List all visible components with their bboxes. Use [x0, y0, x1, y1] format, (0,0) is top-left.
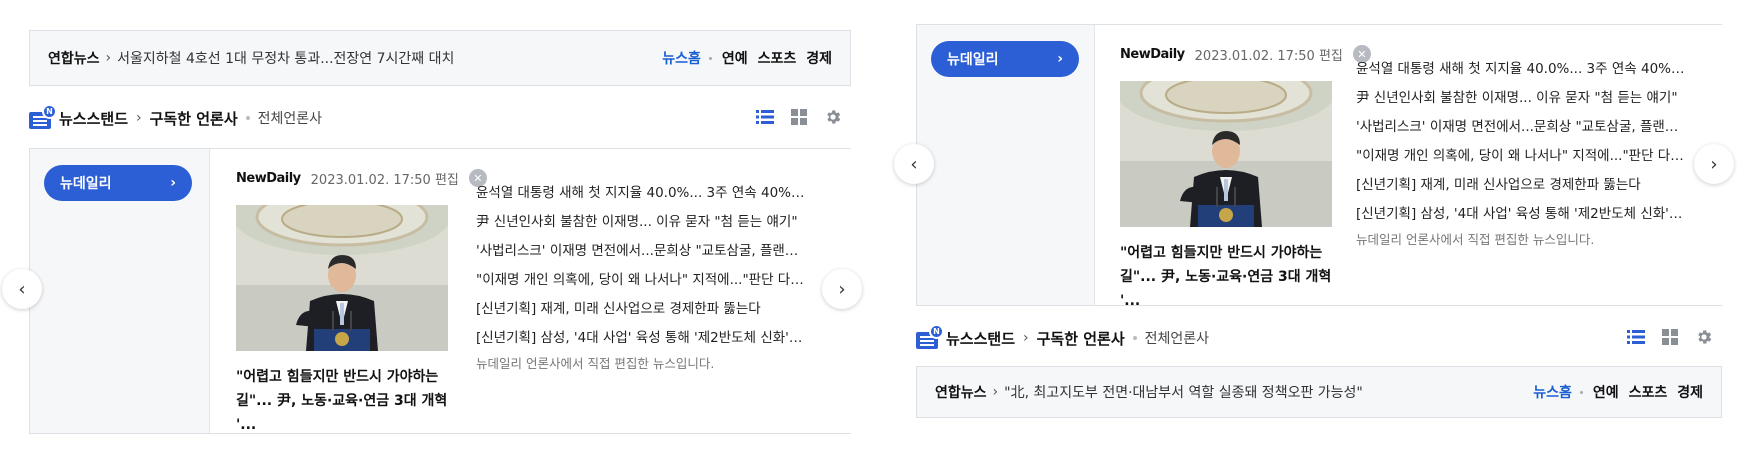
next-button[interactable]: › — [822, 269, 862, 309]
list-item[interactable]: [신년기획] 재계, 미래 신사업으로 경제한파 뚫는다 — [1356, 171, 1686, 200]
main-news-caption[interactable]: "어렵고 힘들지만 반드시 가야하는 길"... 尹, 노동·교육·연금 3대 … — [236, 365, 450, 437]
left-panel: 연합뉴스 › 서울지하철 4호선 1대 무정차 통과...전장연 7시간째 대치… — [0, 0, 876, 456]
press-logo[interactable]: NewDaily — [236, 171, 301, 186]
ticker-headline[interactable]: 서울지하철 4호선 1대 무정차 통과...전장연 7시간째 대치 — [117, 48, 662, 68]
list-item[interactable]: [신년기획] 삼성, '4대 사업' 육성 통해 '제2반도체 신화' 쓴다 — [476, 324, 806, 353]
press-sidebar: 뉴데일리 › — [30, 149, 210, 433]
chevron-right-icon: › — [1023, 330, 1029, 346]
separator-dot — [245, 116, 250, 120]
press-content-box: 뉴데일리 › NewDaily 2023.01.02. 17:50 편집 ✕ "… — [29, 148, 851, 434]
chevron-right-icon: › — [105, 50, 112, 66]
newsstand-icon: N — [916, 324, 944, 349]
ticker-categories: 뉴스홈 연예 스포츠 경제 — [662, 48, 832, 68]
category-economy[interactable]: 경제 — [1677, 382, 1703, 402]
news-ticker: 연합뉴스 › "北, 최고지도부 전면·대남부서 역할 실종돼 정책오판 가능성… — [916, 366, 1722, 418]
chevron-left-icon: ‹ — [910, 153, 918, 175]
list-item[interactable]: 윤석열 대통령 새해 첫 지지율 40.0%... 3주 연속 40%대 ... — [1356, 55, 1686, 84]
press-content-box: 뉴데일리 › NewDaily 2023.01.02. 17:50 편집 ✕ "… — [916, 24, 1722, 309]
gear-icon[interactable] — [1694, 327, 1714, 347]
tab-all-press[interactable]: 전체언론사 — [258, 108, 322, 128]
separator-dot — [708, 56, 712, 60]
list-view-icon[interactable] — [1626, 327, 1646, 347]
newsstand-title[interactable]: 뉴스스탠드 — [946, 328, 1015, 349]
next-button[interactable]: › — [1694, 144, 1734, 184]
list-item[interactable]: 윤석열 대통령 새해 첫 지지율 40.0%... 3주 연속 40%대 ... — [476, 179, 806, 208]
press-logo[interactable]: NewDaily — [1120, 47, 1185, 62]
grid-view-icon[interactable] — [789, 107, 809, 127]
press-name-button[interactable]: 뉴데일리 › — [44, 165, 192, 201]
main-news-photo[interactable] — [236, 205, 448, 351]
gear-icon[interactable] — [823, 107, 843, 127]
category-sports[interactable]: 스포츠 — [1629, 382, 1668, 402]
list-item[interactable]: '사법리스크' 이재명 면전에서...문희상 "교토삼굴, 플랜2·3... — [476, 237, 806, 266]
chevron-right-icon: › — [1057, 51, 1063, 67]
grid-view-icon[interactable] — [1660, 327, 1680, 347]
separator-dot — [1579, 390, 1583, 394]
headline-list: 윤석열 대통령 새해 첫 지지율 40.0%... 3주 연속 40%대 ...… — [1356, 55, 1686, 229]
tab-subscribed-press[interactable]: 구독한 언론사 — [150, 108, 238, 129]
list-item[interactable]: [신년기획] 삼성, '4대 사업' 육성 통해 '제2반도체 신화' 쓴다 — [1356, 200, 1686, 229]
main-news-photo[interactable] — [1120, 81, 1332, 227]
newsstand-header: N 뉴스스탠드 › 구독한 언론사 전체언론사 — [916, 318, 1722, 358]
prev-button[interactable]: ‹ — [894, 144, 934, 184]
main-news-caption[interactable]: "어렵고 힘들지만 반드시 가야하는 길"... 尹, 노동·교육·연금 3대 … — [1120, 241, 1334, 313]
ticker-categories: 뉴스홈 연예 스포츠 경제 — [1533, 382, 1703, 402]
press-name-button[interactable]: 뉴데일리 › — [931, 41, 1079, 77]
list-view-icon[interactable] — [755, 107, 775, 127]
category-entertainment[interactable]: 연예 — [722, 48, 748, 68]
new-badge: N — [929, 324, 944, 339]
tab-subscribed-press[interactable]: 구독한 언론사 — [1037, 328, 1125, 349]
press-name-label: 뉴데일리 — [60, 176, 112, 192]
list-item[interactable]: "이재명 개인 의혹에, 당이 왜 나서나" 지적에..."판단 다를 ... — [1356, 142, 1686, 171]
press-edit-note: 뉴데일리 언론사에서 직접 편집한 뉴스입니다. — [476, 356, 715, 371]
chevron-left-icon: ‹ — [18, 278, 26, 300]
category-economy[interactable]: 경제 — [806, 48, 832, 68]
list-item[interactable]: "이재명 개인 의혹에, 당이 왜 나서나" 지적에..."판단 다를 ... — [476, 266, 806, 295]
news-ticker: 연합뉴스 › 서울지하철 4호선 1대 무정차 통과...전장연 7시간째 대치… — [29, 30, 851, 86]
list-item[interactable]: 尹 신년인사회 불참한 이재명... 이유 묻자 "첨 듣는 얘기" — [1356, 84, 1686, 113]
separator-dot — [1132, 336, 1137, 340]
category-news-home[interactable]: 뉴스홈 — [662, 48, 701, 68]
newsstand-header: N 뉴스스탠드 › 구독한 언론사 전체언론사 — [29, 98, 851, 138]
press-edit-note: 뉴데일리 언론사에서 직접 편집한 뉴스입니다. — [1356, 232, 1595, 247]
prev-button[interactable]: ‹ — [2, 269, 42, 309]
tab-all-press[interactable]: 전체언론사 — [1145, 328, 1209, 348]
chevron-right-icon: › — [136, 110, 142, 126]
category-news-home[interactable]: 뉴스홈 — [1533, 382, 1572, 402]
press-content: NewDaily 2023.01.02. 17:50 편집 ✕ "어렵고 힘들지… — [1120, 45, 1722, 309]
list-item[interactable]: 尹 신년인사회 불참한 이재명... 이유 묻자 "첨 듣는 얘기" — [476, 208, 806, 237]
chevron-right-icon: › — [1710, 153, 1718, 175]
view-tools — [1626, 327, 1714, 347]
ticker-source[interactable]: 연합뉴스 — [48, 48, 100, 68]
ticker-headline[interactable]: "北, 최고지도부 전면·대남부서 역할 실종돼 정책오판 가능성" — [1004, 382, 1533, 402]
press-content: NewDaily 2023.01.02. 17:50 편집 ✕ "어렵고 힘들지… — [236, 169, 851, 433]
edit-date: 2023.01.02. 17:50 편집 — [310, 172, 459, 188]
ticker-source[interactable]: 연합뉴스 — [935, 382, 987, 402]
press-name-label: 뉴데일리 — [947, 52, 999, 68]
chevron-right-icon: › — [170, 175, 176, 191]
newsstand-icon: N — [29, 104, 57, 129]
edit-date: 2023.01.02. 17:50 편집 — [1194, 48, 1343, 64]
view-tools — [755, 107, 843, 127]
newsstand-title[interactable]: 뉴스스탠드 — [59, 108, 128, 129]
chevron-right-icon: › — [992, 384, 999, 400]
category-entertainment[interactable]: 연예 — [1593, 382, 1619, 402]
new-badge: N — [42, 104, 57, 119]
press-sidebar: 뉴데일리 › — [917, 25, 1095, 305]
chevron-right-icon: › — [838, 278, 846, 300]
right-panel: 뉴데일리 › NewDaily 2023.01.02. 17:50 편집 ✕ "… — [876, 0, 1752, 456]
list-item[interactable]: [신년기획] 재계, 미래 신사업으로 경제한파 뚫는다 — [476, 295, 806, 324]
category-sports[interactable]: 스포츠 — [758, 48, 797, 68]
list-item[interactable]: '사법리스크' 이재명 면전에서...문희상 "교토삼굴, 플랜2·3... — [1356, 113, 1686, 142]
headline-list: 윤석열 대통령 새해 첫 지지율 40.0%... 3주 연속 40%대 ...… — [476, 179, 806, 353]
